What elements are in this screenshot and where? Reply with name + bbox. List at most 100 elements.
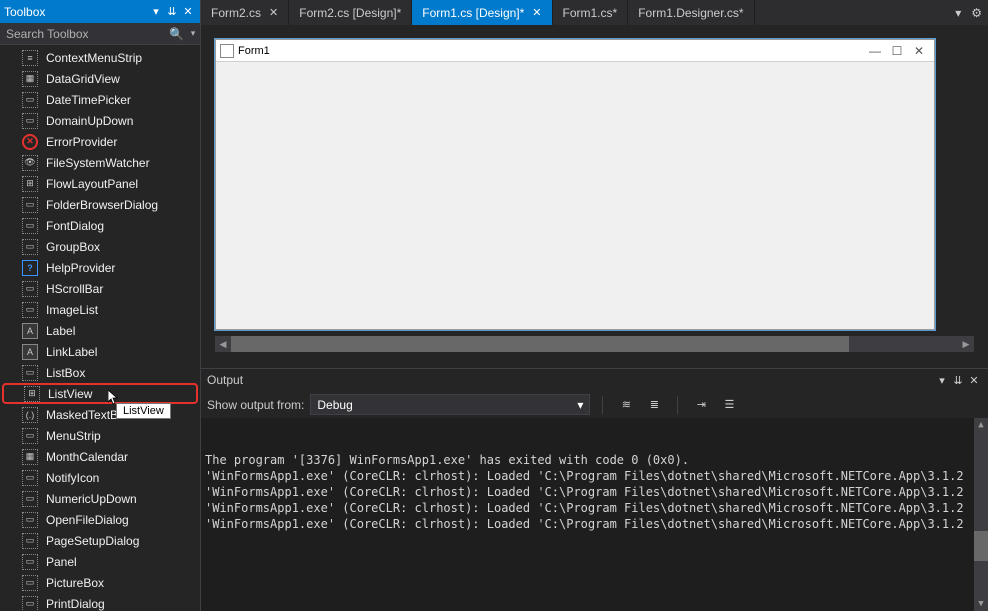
- minimize-icon[interactable]: —: [864, 44, 886, 58]
- toolbox-item-label: OpenFileDialog: [46, 513, 129, 527]
- chevron-down-icon: ▾: [577, 398, 583, 412]
- toolbox-item-errorprovider[interactable]: ✕ErrorProvider: [0, 131, 200, 152]
- form-titlebar: Form1 — ☐ ✕: [216, 40, 934, 62]
- flowlayoutpanel-icon: ⊞: [22, 176, 38, 192]
- hscrollbar-icon: ▭: [22, 281, 38, 297]
- toolbox-item-label: MonthCalendar: [46, 450, 128, 464]
- errorprovider-icon: ✕: [22, 134, 38, 150]
- listbox-icon: ▭: [22, 365, 38, 381]
- toolbox-item-label: GroupBox: [46, 240, 100, 254]
- scroll-up-icon[interactable]: ▲: [978, 418, 983, 432]
- toolbox-item-groupbox[interactable]: ▭ GroupBox: [0, 236, 200, 257]
- horizontal-scrollbar[interactable]: ◀ ▶: [215, 336, 974, 352]
- output-source-dropdown[interactable]: Debug ▾: [310, 394, 590, 415]
- filesystemwatcher-icon: 👁: [22, 155, 38, 171]
- window-options-icon[interactable]: ⚙: [971, 6, 982, 20]
- collapse-icon[interactable]: ▾: [186, 28, 200, 39]
- scroll-track[interactable]: [231, 336, 958, 352]
- output-source-value: Debug: [317, 398, 352, 412]
- output-options-icon[interactable]: ▾: [934, 374, 950, 387]
- toolbox-item-monthcalendar[interactable]: ▦MonthCalendar: [0, 446, 200, 467]
- designer-surface[interactable]: Form1 — ☐ ✕ ◀ ▶: [201, 25, 988, 368]
- goto-icon[interactable]: ☰: [718, 394, 740, 416]
- toolbox-item-fontdialog[interactable]: ▭FontDialog: [0, 215, 200, 236]
- folderbrowserdialog-icon: ▭: [22, 197, 38, 213]
- tab-form2-cs--design--[interactable]: Form2.cs [Design]*: [289, 0, 412, 25]
- toolbox-item-numericupdown[interactable]: ▭NumericUpDown: [0, 488, 200, 509]
- indent-icon[interactable]: ⇥: [690, 394, 712, 416]
- datagridview-icon: ▦: [22, 71, 38, 87]
- tab-close-icon[interactable]: ✕: [269, 6, 278, 19]
- scroll-thumb[interactable]: [974, 531, 988, 561]
- search-icon[interactable]: 🔍: [167, 27, 186, 41]
- toolbox-item-helpprovider[interactable]: ? HelpProvider: [0, 257, 200, 278]
- toolbox-item-pagesetupdialog[interactable]: ▭PageSetupDialog: [0, 530, 200, 551]
- output-line: 'WinFormsApp1.exe' (CoreCLR: clrhost): L…: [205, 468, 984, 484]
- toolbox-item-picturebox[interactable]: ▭PictureBox: [0, 572, 200, 593]
- toolbox-item-listbox[interactable]: ▭ListBox: [0, 362, 200, 383]
- form-window[interactable]: Form1 — ☐ ✕: [215, 39, 935, 330]
- toolbox-item-openfiledialog[interactable]: ▭OpenFileDialog: [0, 509, 200, 530]
- listview-icon: ⊞: [24, 386, 40, 402]
- toolbox-item-imagelist[interactable]: ▭ImageList: [0, 299, 200, 320]
- output-line: 'WinFormsApp1.exe' (CoreCLR: clrhost): L…: [205, 500, 984, 516]
- maximize-icon[interactable]: ☐: [886, 44, 908, 58]
- toolbox-search: 🔍 ▾: [0, 23, 200, 45]
- output-close-icon[interactable]: ✕: [966, 374, 982, 387]
- picturebox-icon: ▭: [22, 575, 38, 591]
- output-vertical-scrollbar[interactable]: ▲ ▼: [974, 418, 988, 611]
- toolbox-options-icon[interactable]: ▾: [148, 5, 164, 18]
- toolbox-item-linklabel[interactable]: ALinkLabel: [0, 341, 200, 362]
- output-text[interactable]: The program '[3376] WinFormsApp1.exe' ha…: [201, 418, 988, 611]
- output-line: The program '[3376] WinFormsApp1.exe' ha…: [205, 452, 984, 468]
- toolbox-item-listview[interactable]: ⊞ListViewListView: [2, 383, 198, 404]
- toolbox-item-flowlayoutpanel[interactable]: ⊞FlowLayoutPanel: [0, 173, 200, 194]
- tab-form1-cs--design--[interactable]: Form1.cs [Design]*✕: [412, 0, 552, 25]
- toolbox-item-label: HelpProvider: [46, 261, 115, 275]
- toolbox-item-datagridview[interactable]: ▦DataGridView: [0, 68, 200, 89]
- close-window-icon[interactable]: ✕: [908, 44, 930, 58]
- toolbox-item-notifyicon[interactable]: ▭NotifyIcon: [0, 467, 200, 488]
- tabs-dropdown-icon[interactable]: ▾: [955, 6, 961, 20]
- toolbox-item-domainupdown[interactable]: ▭DomainUpDown: [0, 110, 200, 131]
- toolbox-item-label[interactable]: A Label: [0, 320, 200, 341]
- close-icon[interactable]: ✕: [180, 5, 196, 18]
- toolbox-item-label: FileSystemWatcher: [46, 156, 150, 170]
- toolbox-item-menustrip[interactable]: ▭MenuStrip: [0, 425, 200, 446]
- output-pin-icon[interactable]: ⇊: [950, 374, 966, 387]
- tab-label: Form2.cs: [211, 6, 261, 20]
- toolbox-item-printdialog[interactable]: ▭PrintDialog: [0, 593, 200, 611]
- domainupdown-icon: ▭: [22, 113, 38, 129]
- toolbox-item-contextmenustrip[interactable]: ≡ContextMenuStrip: [0, 47, 200, 68]
- tab-label: Form1.cs*: [563, 6, 618, 20]
- label-icon: A: [22, 323, 38, 339]
- tab-close-icon[interactable]: ✕: [532, 6, 541, 19]
- output-header: Output ▾ ⇊ ✕: [201, 369, 988, 391]
- tab-form2-cs[interactable]: Form2.cs ✕: [201, 0, 289, 25]
- tab-label: Form1.Designer.cs*: [638, 6, 743, 20]
- scroll-right-icon[interactable]: ▶: [958, 339, 974, 350]
- toolbox-item-label: PrintDialog: [46, 597, 105, 611]
- scroll-down-icon[interactable]: ▼: [978, 597, 983, 611]
- toolbox-item-panel[interactable]: ▭Panel: [0, 551, 200, 572]
- form-title: Form1: [238, 45, 864, 57]
- toolbox-item-label: Label: [46, 324, 75, 338]
- pin-icon[interactable]: ⇊: [164, 5, 180, 18]
- toolbox-item-label: FolderBrowserDialog: [46, 198, 158, 212]
- scroll-left-icon[interactable]: ◀: [215, 339, 231, 350]
- helpprovider-icon: ?: [22, 260, 38, 276]
- tab-form1-designer-cs-[interactable]: Form1.Designer.cs*: [628, 0, 754, 25]
- imagelist-icon: ▭: [22, 302, 38, 318]
- search-input[interactable]: [0, 25, 167, 43]
- toolbox-item-hscrollbar[interactable]: ▭HScrollBar: [0, 278, 200, 299]
- toolbox-item-label: Panel: [46, 555, 77, 569]
- toolbox-item-folderbrowserdialog[interactable]: ▭ FolderBrowserDialog: [0, 194, 200, 215]
- toolbox-item-filesystemwatcher[interactable]: 👁 FileSystemWatcher: [0, 152, 200, 173]
- groupbox-icon: ▭: [22, 239, 38, 255]
- scroll-thumb[interactable]: [231, 336, 849, 352]
- form-client-area[interactable]: [216, 62, 934, 329]
- clear-all-icon[interactable]: ≋: [615, 394, 637, 416]
- toggle-wrap-icon[interactable]: ≣: [643, 394, 665, 416]
- tab-form1-cs-[interactable]: Form1.cs*: [553, 0, 629, 25]
- toolbox-item-datetimepicker[interactable]: ▭DateTimePicker: [0, 89, 200, 110]
